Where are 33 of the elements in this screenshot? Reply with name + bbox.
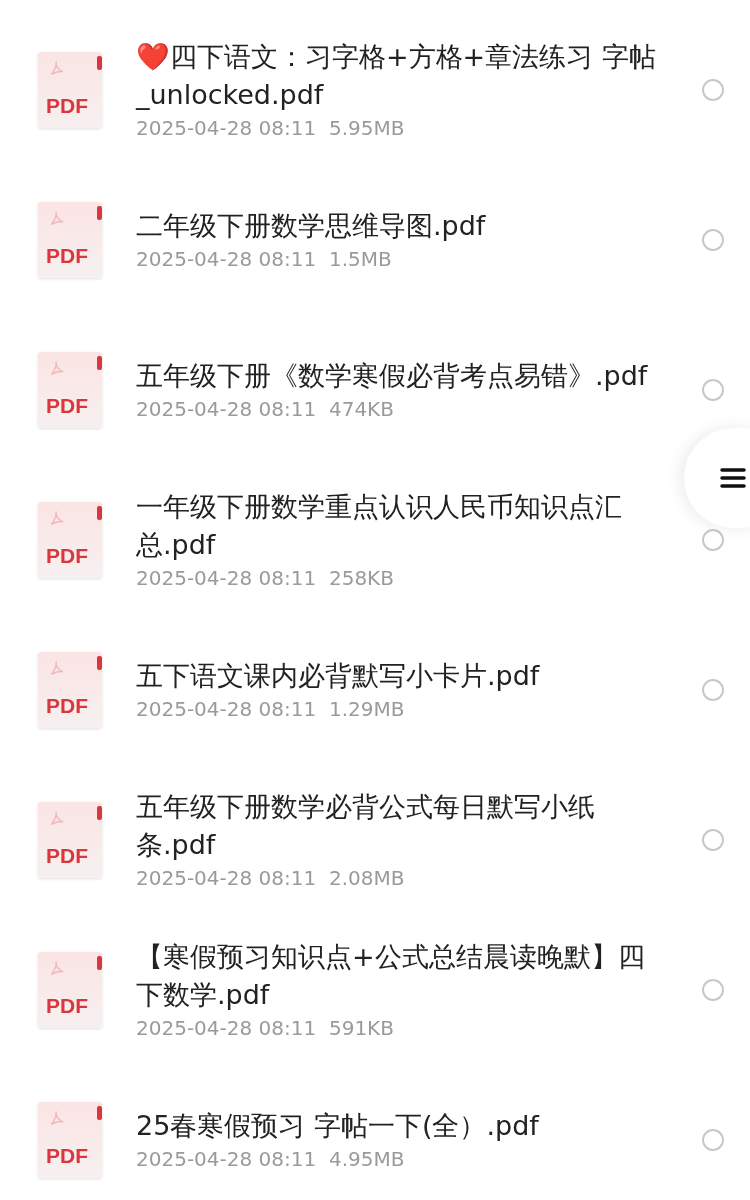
pdf-file-icon: PDF [38,1102,102,1178]
file-name[interactable]: 二年级下册数学思维导图.pdf [136,207,662,245]
select-radio[interactable] [702,229,724,251]
file-name[interactable]: ❤四下语文：习字格+方格+章法练习 字帖_unlocked.pdf [136,38,662,114]
file-name[interactable]: 一年级下册数学重点认识人民币知识点汇总.pdf [136,488,662,564]
file-meta: 2025-04-28 08:11 4.95MB [136,1146,406,1173]
menu-icon [720,465,746,491]
file-meta: 2025-04-28 08:11 2.08MB [136,865,406,892]
pdf-file-icon: PDF [38,802,102,878]
file-meta: 2025-04-28 08:11 5.95MB [136,115,406,142]
file-meta: 2025-04-28 08:11 474KB [136,396,395,423]
file-meta: 2025-04-28 08:11 1.5MB [136,246,393,273]
file-name[interactable]: 25春寒假预习 字帖一下(全）.pdf [136,1107,662,1145]
pdf-file-icon: PDF [38,52,102,128]
pdf-file-icon: PDF [38,952,102,1028]
select-radio[interactable] [702,979,724,1001]
select-radio[interactable] [702,679,724,701]
pdf-file-icon: PDF [38,502,102,578]
file-name[interactable]: 五下语文课内必背默写小卡片.pdf [136,657,662,695]
pdf-file-icon: PDF [38,352,102,428]
select-radio[interactable] [702,79,724,101]
select-radio[interactable] [702,379,724,401]
pdf-file-icon: PDF [38,202,102,278]
select-radio[interactable] [702,529,724,551]
file-meta: 2025-04-28 08:11 591KB [136,1015,395,1042]
file-meta: 2025-04-28 08:11 1.29MB [136,696,406,723]
file-name[interactable]: 【寒假预习知识点+公式总结晨读晚默】四下数学.pdf [136,938,662,1014]
file-name[interactable]: 五年级下册数学必背公式每日默写小纸条.pdf [136,788,662,864]
file-meta: 2025-04-28 08:11 258KB [136,565,395,592]
file-name[interactable]: 五年级下册《数学寒假必背考点易错》.pdf [136,357,662,395]
select-radio[interactable] [702,1129,724,1151]
select-radio[interactable] [702,829,724,851]
pdf-file-icon: PDF [38,652,102,728]
